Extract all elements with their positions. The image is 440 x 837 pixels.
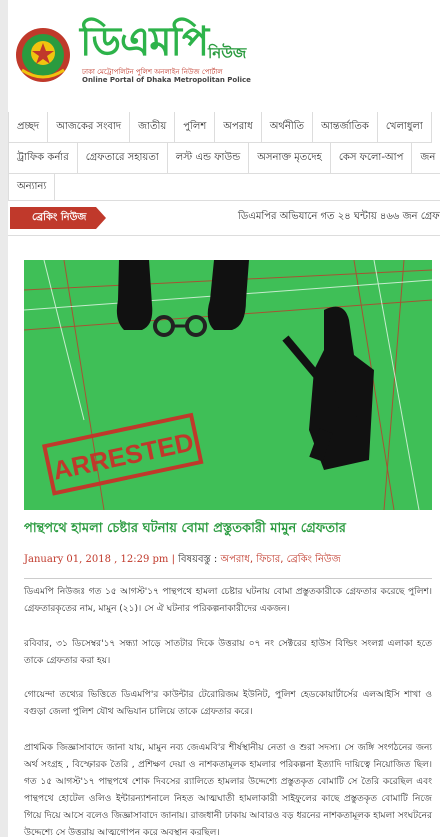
nav-item-arrest-help[interactable]: গ্রেফতারে সহায়তা [78,143,168,173]
nav-item-today[interactable]: আজকের সংবাদ [48,112,131,142]
nav-item-national[interactable]: জাতীয় [130,112,176,142]
nav-item-lost-found[interactable]: লস্ট এন্ড ফাউন্ড [168,143,250,173]
hero-image: ARRESTED [24,260,432,510]
article-paragraph-3: গোয়েন্দা তথ্যের ভিত্তিতে ডিএমপি'র কাউন্… [24,690,432,717]
nav-row-1: প্রচ্ছদ আজকের সংবাদ জাতীয় পুলিশ অপরাধ অ… [8,112,432,143]
brand-tagline-en: Online Portal of Dhaka Metropolitan Poli… [82,76,251,84]
article-categories[interactable]: অপরাধ, ফিচার, ব্রেকিং নিউজ [220,554,340,565]
nav-item-crime[interactable]: অপরাধ [215,112,262,142]
nav-item-economy[interactable]: অর্থনীতি [262,112,314,142]
page: ডিএমপি নিউজ ঢাকা মেট্রোপলিটন পুলিশ অনলাই… [8,0,440,837]
nav-item-others[interactable]: অন্যান্য [8,174,56,200]
nav-item-unidentified[interactable]: অসনাক্ত মৃতদেহ [249,143,331,173]
nav-item-more-2[interactable]: জন [412,143,440,173]
nav-item-case-followup[interactable]: কেস ফলো-আপ [331,143,413,173]
breaking-news-ticker[interactable]: ডিএমপির অভিযানে গত ২৪ ঘন্টায় ৪৬৬ জন গ্র… [238,209,440,226]
nav-item-traffic[interactable]: ট্রাফিক কর্নার [8,143,78,173]
site-header: ডিএমপি নিউজ ঢাকা মেট্রোপলিটন পুলিশ অনলাই… [8,0,440,104]
breaking-news-label: ব্রেকিং নিউজ [10,207,106,229]
brand-news-label: নিউজ [208,44,247,62]
article-paragraph-2: রবিবার, ৩১ ডিসেম্বর'১৭ সন্ধ্যা সাড়ে সাত… [24,639,432,666]
category-label: বিষয়বস্তু : [178,554,221,565]
nav-item-international[interactable]: আন্তর্জাতিক [313,112,378,142]
nav-item-sports[interactable]: খেলাধুলা [378,112,432,142]
article-title[interactable]: পান্থপথে হামলা চেষ্টার ঘটনায় বোমা প্রস্… [24,520,432,538]
nav-item-home[interactable]: প্রচ্ছদ [8,112,49,142]
nav-item-police[interactable]: পুলিশ [175,112,216,142]
article-meta: January 01, 2018 , 12:29 pm | বিষয়বস্তু… [24,552,432,569]
breaking-news-bar: ব্রেকিং নিউজ ডিএমপির অভিযানে গত ২৪ ঘন্টা… [8,200,440,236]
article-paragraph-1: ডিএমপি নিউজঃ গত ১৫ আগস্ট'১৭ পান্থপথে হাম… [24,587,432,614]
article-divider [24,578,432,579]
brand-logo[interactable]: ডিএমপি নিউজ ঢাকা মেট্রোপলিটন পুলিশ অনলাই… [80,19,251,84]
nav-row-3: অন্যান্য [8,174,56,201]
article-date: January 01, 2018 , 12:29 pm [24,554,169,565]
nav-row-2: ট্রাফিক কর্নার গ্রেফতারে সহায়তা লস্ট এন… [8,143,440,174]
dmp-emblem-icon[interactable] [14,26,72,84]
article-paragraph-4: প্রাথমিক জিজ্ঞাসাবাদে জানা যায়, মামুন ন… [24,743,432,837]
brand-name: ডিএমপি [80,19,209,65]
